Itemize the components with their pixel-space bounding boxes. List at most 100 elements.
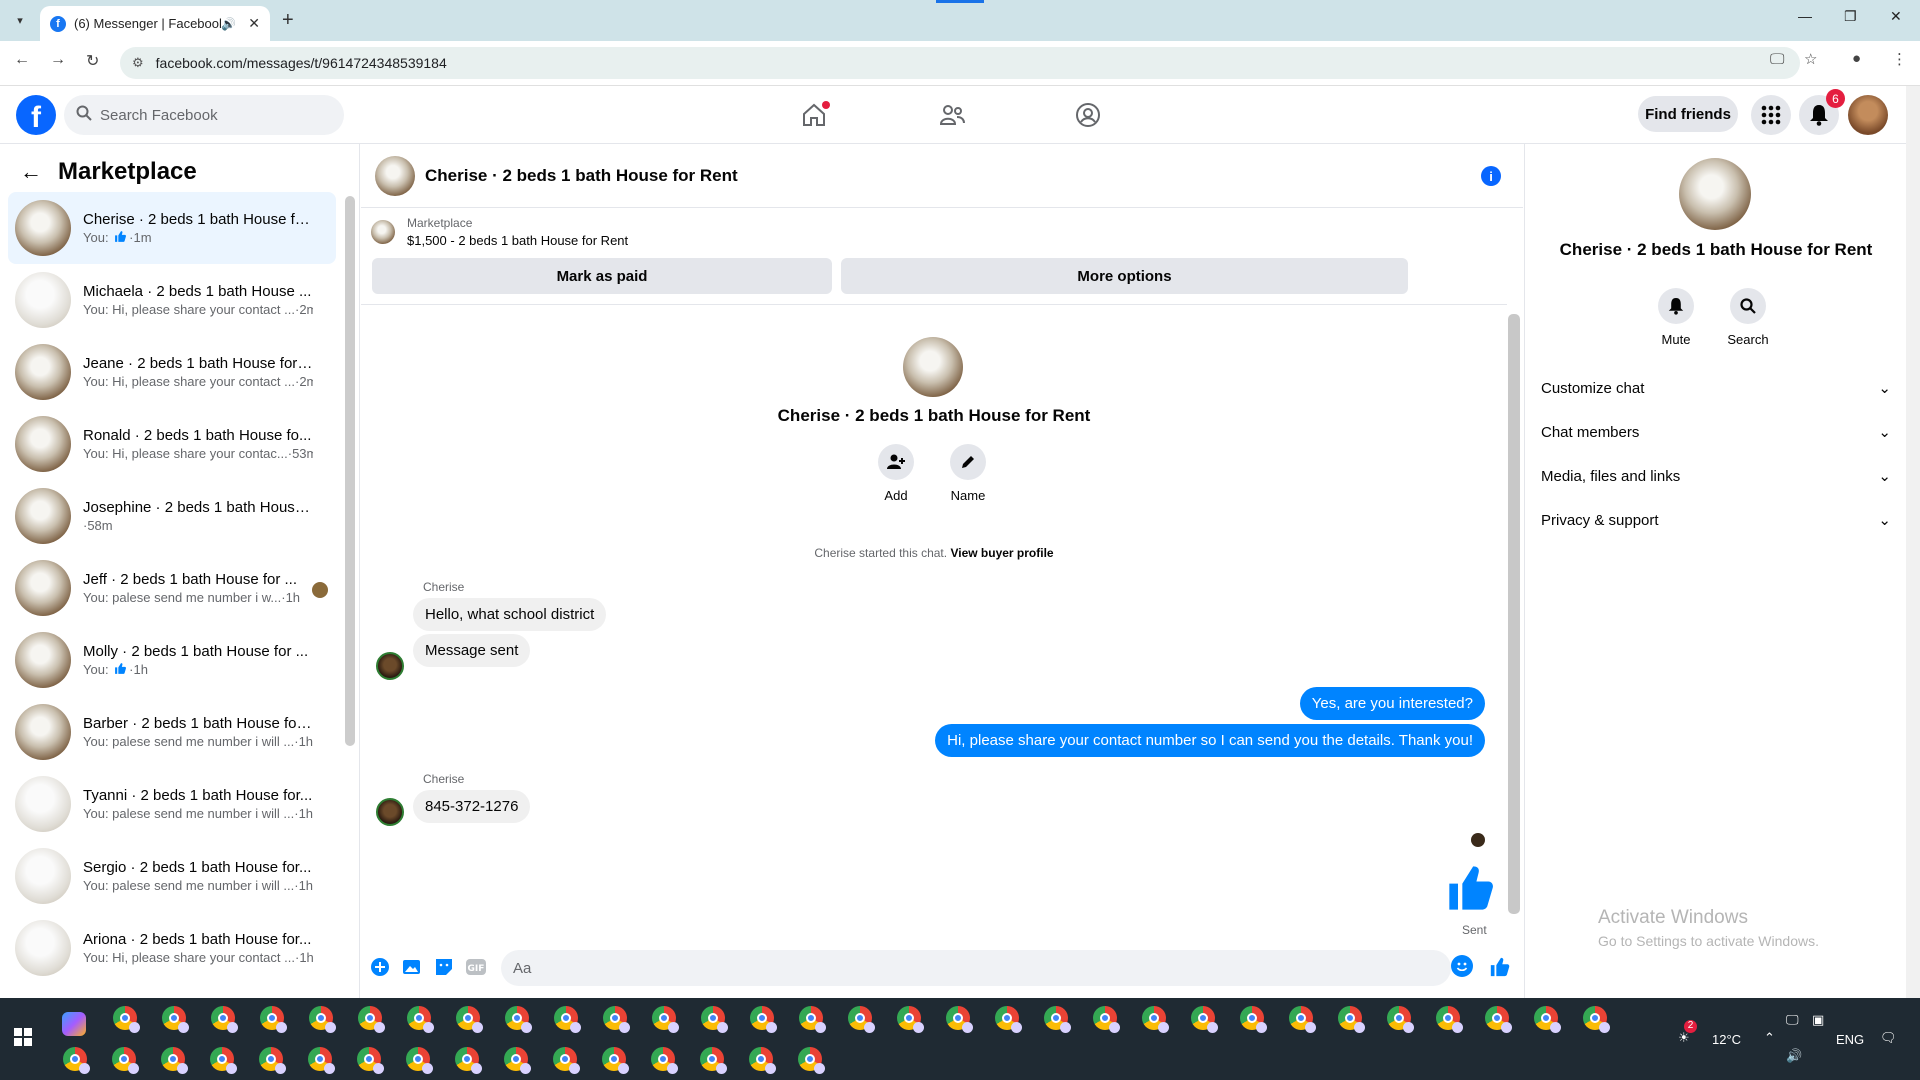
info-icon[interactable]: i	[1481, 166, 1501, 186]
sender-avatar[interactable]	[376, 652, 404, 680]
menu-grid-icon[interactable]	[1751, 95, 1791, 135]
chrome-taskbar-icon[interactable]	[162, 1006, 189, 1033]
view-buyer-profile-link[interactable]: View buyer profile	[950, 546, 1053, 560]
browser-tab-messenger[interactable]: f (6) Messenger | Facebook 🔊 ✕	[40, 6, 270, 41]
site-info-icon[interactable]: ⚙	[132, 55, 144, 71]
chat-scrollbar[interactable]	[1508, 314, 1520, 914]
sidebar-scrollbar[interactable]	[345, 196, 355, 746]
chrome-taskbar-icon[interactable]	[749, 1047, 776, 1074]
conversation-item[interactable]: Tyanni · 2 beds 1 bath House for... You: …	[8, 768, 336, 840]
chrome-taskbar-icon[interactable]	[112, 1047, 139, 1074]
chrome-taskbar-icon[interactable]	[1093, 1006, 1120, 1033]
minimize-icon[interactable]: —	[1798, 8, 1812, 24]
chrome-taskbar-icon[interactable]	[553, 1047, 580, 1074]
chrome-taskbar-icon[interactable]	[603, 1006, 630, 1033]
restore-icon[interactable]: ❐	[1844, 8, 1857, 25]
back-arrow-icon[interactable]: ←	[20, 159, 42, 185]
sticker-icon[interactable]	[433, 956, 455, 978]
conversation-item[interactable]: Ronald · 2 beds 1 bath House fo... You: H…	[8, 408, 336, 480]
chrome-taskbar-icon[interactable]	[1191, 1006, 1218, 1033]
chrome-taskbar-icon[interactable]	[1338, 1006, 1365, 1033]
chrome-taskbar-icon[interactable]	[1387, 1006, 1414, 1033]
chrome-taskbar-icon[interactable]	[554, 1006, 581, 1033]
like-send-icon[interactable]	[1489, 956, 1511, 978]
chat-header-avatar[interactable]	[375, 155, 415, 196]
chrome-taskbar-icon[interactable]	[113, 1006, 140, 1033]
chrome-taskbar-icon[interactable]	[455, 1047, 482, 1074]
incoming-message[interactable]: Hello, what school district	[413, 598, 607, 631]
address-bar[interactable]: ⚙ facebook.com/messages/t/96147243485391…	[120, 47, 1800, 79]
facebook-logo-icon[interactable]: f	[16, 95, 56, 135]
photo-icon[interactable]	[401, 956, 423, 978]
edit-name-button[interactable]: Name	[938, 444, 998, 503]
chrome-taskbar-icon[interactable]	[798, 1047, 825, 1074]
chrome-taskbar-icon[interactable]	[211, 1006, 238, 1033]
profile-icon[interactable]: ●	[1852, 50, 1861, 67]
outgoing-message[interactable]: Hi, please share your contact number so …	[935, 724, 1485, 757]
chrome-taskbar-icon[interactable]	[897, 1006, 924, 1033]
outgoing-message[interactable]: Yes, are you interested?	[1299, 687, 1485, 720]
chat-members-row[interactable]: Chat members ⌄	[1541, 410, 1891, 454]
chrome-taskbar-icon[interactable]	[505, 1006, 532, 1033]
chrome-taskbar-icon[interactable]	[652, 1006, 679, 1033]
search-facebook-input[interactable]: Search Facebook	[64, 95, 344, 135]
chrome-taskbar-icon[interactable]	[259, 1047, 286, 1074]
chrome-taskbar-icon[interactable]	[407, 1006, 434, 1033]
close-tab-icon[interactable]: ✕	[248, 15, 260, 32]
emoji-icon[interactable]	[1451, 955, 1473, 977]
conversation-item[interactable]: Josephine · 2 beds 1 bath House... ·58m	[8, 480, 336, 552]
account-avatar[interactable]	[1848, 95, 1888, 135]
incoming-message[interactable]: Message sent	[413, 634, 531, 667]
customize-chat-row[interactable]: Customize chat ⌄	[1541, 366, 1891, 410]
chevron-up-icon[interactable]: ⌃	[1764, 1030, 1775, 1046]
conversation-item[interactable]: Cherise · 2 beds 1 bath House fo... You: …	[8, 192, 336, 264]
reload-icon[interactable]: ↻	[86, 51, 99, 71]
chrome-taskbar-icon[interactable]	[504, 1047, 531, 1074]
chrome-taskbar-icon[interactable]	[456, 1006, 483, 1033]
chrome-taskbar-icon[interactable]	[700, 1047, 727, 1074]
volume-icon[interactable]: 🔊	[1786, 1048, 1802, 1064]
windows-start-icon[interactable]	[14, 1028, 32, 1046]
conversation-item[interactable]: Jeff · 2 beds 1 bath House for ... You: p…	[8, 552, 336, 624]
conversation-item[interactable]: Michaela · 2 beds 1 bath House ... You: H…	[8, 264, 336, 336]
chrome-taskbar-icon[interactable]	[63, 1047, 90, 1074]
marketplace-listing[interactable]: Marketplace $1,500 - 2 beds 1 bath House…	[371, 216, 628, 248]
speaker-icon[interactable]: 🔊	[221, 17, 236, 31]
large-like-icon[interactable]	[1445, 862, 1497, 919]
chat-title[interactable]: Cherise · 2 beds 1 bath House for Rent	[425, 166, 738, 186]
bookmark-star-icon[interactable]: ☆	[1804, 50, 1817, 68]
tab-search-dropdown[interactable]: ▾	[8, 8, 32, 32]
friends-icon[interactable]	[937, 100, 967, 130]
media-files-links-row[interactable]: Media, files and links ⌄	[1541, 454, 1891, 498]
message-input[interactable]: Aa	[501, 950, 1451, 986]
mark-as-paid-button[interactable]: Mark as paid	[372, 258, 832, 294]
temperature[interactable]: 12°C	[1712, 1032, 1741, 1047]
mute-button[interactable]: Mute	[1646, 288, 1706, 347]
conversation-item[interactable]: Molly · 2 beds 1 bath House for ... You: …	[8, 624, 336, 696]
forward-icon[interactable]: →	[50, 51, 66, 69]
gif-icon[interactable]: GIF	[465, 956, 487, 978]
chrome-taskbar-icon[interactable]	[358, 1006, 385, 1033]
chrome-taskbar-icon[interactable]	[1289, 1006, 1316, 1033]
find-friends-button[interactable]: Find friends	[1638, 96, 1738, 132]
add-people-button[interactable]: Add	[866, 444, 926, 503]
page-scrollbar[interactable]	[1906, 86, 1920, 998]
browser-menu-icon[interactable]: ⋮	[1892, 50, 1907, 68]
conversation-item[interactable]: Jeane · 2 beds 1 bath House for ... You: …	[8, 336, 336, 408]
chrome-taskbar-icon[interactable]	[1436, 1006, 1463, 1033]
chrome-taskbar-icon[interactable]	[750, 1006, 777, 1033]
chrome-taskbar-icon[interactable]	[1534, 1006, 1561, 1033]
chrome-taskbar-icon[interactable]	[309, 1006, 336, 1033]
chrome-taskbar-icon[interactable]	[651, 1047, 678, 1074]
chrome-taskbar-icon[interactable]	[946, 1006, 973, 1033]
close-window-icon[interactable]: ✕	[1890, 8, 1902, 25]
profile-circle-icon[interactable]	[1073, 100, 1103, 130]
info-avatar[interactable]	[1679, 158, 1751, 230]
conversation-item[interactable]: Barber · 2 beds 1 bath House for... You: …	[8, 696, 336, 768]
back-icon[interactable]: ←	[14, 51, 30, 69]
chrome-taskbar-icon[interactable]	[602, 1047, 629, 1074]
conversation-item[interactable]: Sergio · 2 beds 1 bath House for... You: …	[8, 840, 336, 912]
more-options-button[interactable]: More options	[841, 258, 1408, 294]
chrome-taskbar-icon[interactable]	[308, 1047, 335, 1074]
notification-center-icon[interactable]: 🗨	[1880, 1030, 1897, 1046]
